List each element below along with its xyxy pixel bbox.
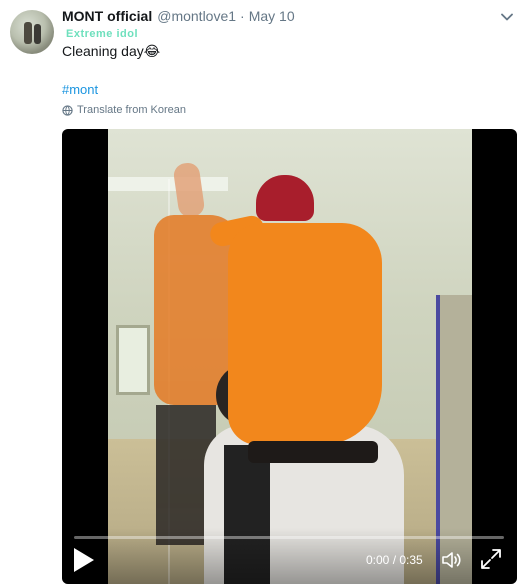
person-top: [208, 175, 428, 463]
play-icon[interactable]: [70, 546, 96, 574]
tweet-text: Cleaning day😂: [62, 43, 161, 59]
author-name[interactable]: MONT official: [62, 8, 152, 24]
avatar[interactable]: [10, 10, 54, 54]
chevron-down-icon[interactable]: [500, 10, 514, 24]
author-handle[interactable]: @montlove1: [157, 8, 236, 24]
translate-label: Translate from Korean: [77, 104, 187, 116]
video-time: 0:00 / 0:35: [366, 553, 423, 567]
expand-icon[interactable]: [480, 548, 502, 570]
tweet-date[interactable]: May 10: [249, 8, 295, 24]
avatar-figure: [34, 24, 41, 44]
video-frame: [108, 129, 472, 584]
tweet-header: MONT official @montlove1 · May 10: [62, 8, 295, 24]
profile-badge: Extreme idol: [66, 28, 139, 40]
translate-link[interactable]: Translate from Korean: [62, 104, 186, 116]
video-controls: 0:00 / 0:35: [62, 528, 517, 584]
volume-icon[interactable]: [440, 548, 464, 572]
video-player[interactable]: 0:00 / 0:35: [62, 129, 517, 584]
hashtag-link[interactable]: #mont: [62, 82, 98, 97]
globe-icon: [62, 104, 73, 116]
progress-bar[interactable]: [74, 536, 504, 539]
separator-dot: ·: [240, 8, 245, 24]
avatar-figure: [24, 22, 32, 44]
